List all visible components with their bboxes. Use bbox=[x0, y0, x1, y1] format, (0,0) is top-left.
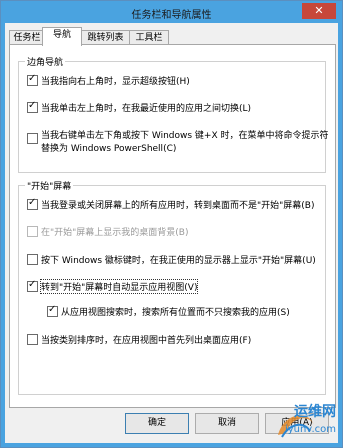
watermark-text-url: iyunv.com bbox=[284, 424, 336, 435]
label-desktop-apps-first: 当按类别排序时，在应用视图中首先列出桌面应用(F) bbox=[41, 336, 252, 346]
checkbox-search-everywhere[interactable] bbox=[47, 304, 58, 317]
group-title-corner-navigation: 边角导航 bbox=[25, 55, 66, 68]
checkbox-replace-powershell[interactable] bbox=[27, 133, 38, 144]
dialog-body: 任务栏 导航 跳转列表 工具栏 边角导航 当我指向右上角时，显示超级按钮(H) … bbox=[5, 23, 338, 443]
window-title: 任务栏和导航属性 bbox=[131, 10, 212, 21]
label-desktop-background: 在"开始"屏幕上显示我的桌面背景(B) bbox=[41, 228, 189, 238]
navigation-panel: 边角导航 当我指向右上角时，显示超级按钮(H) 当我单击左上角时，在我最近使用的… bbox=[9, 44, 336, 408]
checkbox-go-to-desktop[interactable] bbox=[27, 197, 38, 210]
checkbox-desktop-apps-first[interactable] bbox=[27, 334, 38, 345]
label-replace-powershell-line1: 当我右键单击左下角或按下 Windows 键+X 时，在菜单中将命令提示符 bbox=[41, 131, 329, 141]
checkbox-desktop-background bbox=[27, 226, 38, 237]
checkbox-start-on-current-display[interactable] bbox=[27, 254, 38, 265]
close-button[interactable]: ✕ bbox=[302, 3, 336, 19]
tab-navigation[interactable]: 导航 bbox=[42, 27, 82, 46]
tab-toolbars[interactable]: 工具栏 bbox=[129, 30, 169, 45]
label-start-on-current-display: 按下 Windows 徽标键时，在我正使用的显示器上显示"开始"屏幕(U) bbox=[41, 256, 316, 266]
watermark-logo: 运维网 iyunv.com bbox=[270, 403, 340, 443]
checkbox-show-apps-view[interactable] bbox=[27, 279, 38, 292]
label-show-charms: 当我指向右上角时，显示超级按钮(H) bbox=[41, 77, 190, 87]
start-screen-group: "开始"屏幕 当我登录或关闭屏幕上的所有应用时，转到桌面而不是"开始"屏幕(B)… bbox=[18, 179, 326, 395]
ok-button[interactable]: 确定 bbox=[125, 413, 189, 434]
group-title-start-screen: "开始"屏幕 bbox=[25, 179, 74, 192]
label-show-apps-view: 转到"开始"屏幕时自动显示应用视图(V) bbox=[39, 279, 199, 294]
properties-window: 任务栏和导航属性 ✕ 任务栏 导航 跳转列表 工具栏 边角导航 当我指向右上角时… bbox=[0, 0, 343, 448]
label-go-to-desktop: 当我登录或关闭屏幕上的所有应用时，转到桌面而不是"开始"屏幕(B) bbox=[41, 201, 315, 211]
label-search-everywhere: 从应用视图搜索时，搜索所有位置而不只搜索我的应用(S) bbox=[61, 308, 290, 318]
checkbox-show-charms[interactable] bbox=[27, 73, 38, 86]
cancel-button[interactable]: 取消 bbox=[195, 413, 259, 434]
label-replace-powershell-line2: 替换为 Windows PowerShell(C) bbox=[41, 144, 177, 154]
checkbox-switch-recent-apps[interactable] bbox=[27, 100, 38, 113]
tab-taskbar[interactable]: 任务栏 bbox=[9, 30, 45, 45]
tab-jump-lists[interactable]: 跳转列表 bbox=[81, 30, 130, 45]
watermark-text-main: 运维网 bbox=[294, 404, 336, 420]
title-bar[interactable]: 任务栏和导航属性 ✕ bbox=[1, 1, 342, 23]
label-switch-recent-apps: 当我单击左上角时，在我最近使用的应用之间切换(L) bbox=[41, 104, 252, 114]
corner-navigation-group: 边角导航 当我指向右上角时，显示超级按钮(H) 当我单击左上角时，在我最近使用的… bbox=[18, 55, 329, 173]
